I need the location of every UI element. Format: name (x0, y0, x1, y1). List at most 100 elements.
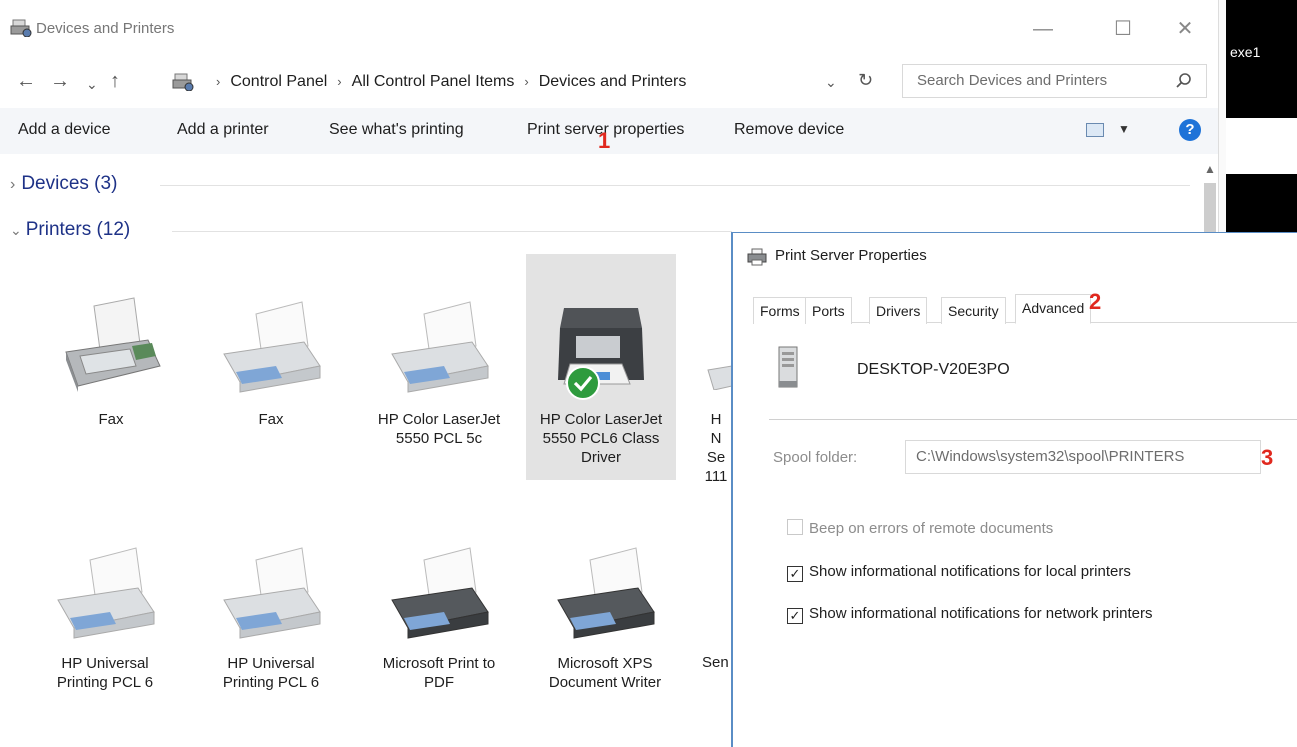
printer-item-hp-5550-pcl5c[interactable]: HP Color LaserJet 5550 PCL 5c (364, 254, 514, 480)
printer-item-microsoft-xps[interactable]: Microsoft XPS Document Writer (530, 500, 680, 726)
recent-locations-chevron-icon[interactable]: ⌄ (86, 76, 98, 93)
window-title: Devices and Printers (36, 20, 175, 37)
breadcrumb-separator-icon: › (337, 74, 342, 89)
tab-ports[interactable]: Ports (805, 297, 852, 324)
change-view-icon[interactable] (1086, 123, 1104, 137)
background-gap (1226, 118, 1297, 174)
printer-label: Fax (258, 411, 284, 428)
tab-advanced[interactable]: Advanced (1015, 294, 1092, 324)
add-printer-button[interactable]: Add a printer (177, 121, 269, 139)
dialog-separator (769, 419, 1297, 420)
multifunction-printer-icon (558, 308, 644, 385)
help-icon[interactable]: ? (1179, 119, 1201, 141)
refresh-icon[interactable]: ↻ (858, 70, 873, 91)
control-panel-location-icon (172, 73, 194, 91)
printer-small-icon (747, 248, 767, 266)
background-console-text: exe1 (1230, 44, 1261, 60)
back-arrow-icon[interactable]: ← (16, 70, 36, 93)
background-console-window-lower (1226, 174, 1297, 234)
expand-chevron-icon: › (10, 176, 16, 193)
server-name: DESKTOP-V20E3PO (857, 361, 1010, 378)
devices-printers-app-icon (10, 19, 32, 37)
printer-label: HP Universal Printing PCL 6 (56, 655, 154, 691)
devices-and-printers-window: Devices and Printers — ☐ ✕ exe1 ← → ⌄ ↑ … (0, 0, 1297, 747)
annotation-marker-1: 1 (598, 128, 611, 153)
group-devices-header[interactable]: › Devices (3) (10, 173, 117, 195)
printer-icon (557, 547, 655, 639)
up-arrow-icon[interactable]: ↑ (110, 70, 120, 93)
checkbox-label: Show informational notifications for net… (809, 605, 1153, 622)
printer-label: HP Universal Printing PCL 6 (222, 655, 320, 691)
network-notifications-checkbox[interactable]: ✓ Show informational notifications for ne… (787, 605, 1153, 624)
window-edge (1218, 0, 1226, 234)
close-button[interactable]: ✕ (1170, 14, 1200, 44)
add-device-button[interactable]: Add a device (18, 121, 111, 139)
tab-security[interactable]: Security (941, 297, 1006, 324)
printer-icon (391, 301, 489, 393)
printer-label: Microsoft XPS Document Writer (548, 655, 662, 691)
printer-icon (707, 365, 733, 391)
printer-item-hp-5550-pcl6-default[interactable]: HP Color LaserJet 5550 PCL6 Class Driver (526, 254, 676, 480)
checkbox-unchecked-icon (787, 519, 803, 535)
collapse-chevron-icon: ⌄ (10, 222, 22, 238)
group-printers-divider (172, 231, 732, 232)
scroll-up-arrow-icon[interactable]: ▲ (1204, 162, 1216, 176)
group-printers-header[interactable]: ⌄ Printers (12) (10, 219, 130, 241)
tab-drivers[interactable]: Drivers (869, 297, 928, 324)
checkbox-checked-icon: ✓ (787, 608, 803, 624)
breadcrumb-separator-icon: › (216, 74, 221, 89)
printer-item-fax-2[interactable]: Fax (196, 254, 346, 480)
spool-folder-value: C:\Windows\system32\spool\PRINTERS (916, 448, 1185, 465)
group-devices-divider (160, 185, 1190, 186)
default-printer-check-icon (566, 366, 600, 400)
navigation-bar: ← → ⌄ ↑ › Control Panel › All Control Panel… (0, 62, 1218, 102)
printer-icon (391, 547, 489, 639)
annotation-marker-2: 2 (1089, 289, 1102, 314)
printer-item-partial-icon (700, 360, 733, 391)
printer-icon (223, 547, 321, 639)
printer-label: HP Color LaserJet 5550 PCL6 Class Driver (539, 411, 663, 466)
printer-icon (223, 301, 321, 393)
maximize-button[interactable]: ☐ (1108, 14, 1138, 44)
dialog-title: Print Server Properties (775, 247, 927, 264)
checkbox-label: Show informational notifications for loc… (809, 563, 1131, 580)
dialog-tabs: Forms Ports Drivers Security Advanced (753, 294, 1297, 324)
title-bar: Devices and Printers — ☐ ✕ (0, 0, 1220, 62)
printer-item-partial-label[interactable]: H N Se 111 (700, 410, 732, 486)
spool-folder-label: Spool folder: (773, 449, 858, 466)
beep-on-errors-checkbox[interactable]: Beep on errors of remote documents (787, 519, 1053, 537)
fax-icon (65, 297, 161, 392)
see-whats-printing-button[interactable]: See what's printing (329, 121, 464, 139)
checkbox-label: Beep on errors of remote documents (809, 520, 1054, 537)
spool-folder-field[interactable]: C:\Windows\system32\spool\PRINTERS (905, 440, 1261, 474)
group-devices-label: Devices (3) (21, 173, 118, 194)
printer-item-hp-universal-2[interactable]: HP Universal Printing PCL 6 (196, 500, 346, 726)
checkbox-checked-icon: ✓ (787, 566, 803, 582)
breadcrumb: › Control Panel › All Control Panel Items › D… (206, 73, 686, 91)
address-dropdown-chevron-icon[interactable]: ⌄ (825, 74, 837, 91)
breadcrumb-devices-printers[interactable]: Devices and Printers (539, 73, 687, 90)
search-icon (1176, 73, 1191, 88)
printer-icon (57, 547, 155, 639)
tab-forms[interactable]: Forms (753, 297, 807, 324)
local-notifications-checkbox[interactable]: ✓ Show informational notifications for lo… (787, 563, 1131, 582)
printer-label: Fax (98, 411, 124, 428)
forward-arrow-icon[interactable]: → (50, 70, 70, 93)
printer-item-fax-1[interactable]: Fax (36, 254, 186, 480)
breadcrumb-separator-icon: › (524, 74, 529, 89)
view-options-chevron-icon[interactable]: ▼ (1118, 122, 1130, 136)
annotation-marker-3: 3 (1261, 445, 1274, 470)
printer-label: HP Color LaserJet 5550 PCL 5c (377, 411, 501, 447)
search-placeholder: Search Devices and Printers (917, 72, 1108, 89)
minimize-button[interactable]: — (1028, 14, 1058, 44)
group-printers-label: Printers (12) (25, 219, 131, 240)
search-input[interactable]: Search Devices and Printers (902, 64, 1207, 98)
breadcrumb-all-items[interactable]: All Control Panel Items (352, 73, 515, 90)
remove-device-button[interactable]: Remove device (734, 121, 844, 139)
server-computer-icon (778, 346, 798, 388)
print-server-properties-dialog: Print Server Properties Forms Ports Driv… (731, 232, 1297, 747)
printer-item-hp-universal-1[interactable]: HP Universal Printing PCL 6 (30, 500, 180, 726)
breadcrumb-control-panel[interactable]: Control Panel (230, 73, 327, 90)
printer-item-microsoft-print-to-pdf[interactable]: Microsoft Print to PDF (364, 500, 514, 726)
printer-item-partial-label-2[interactable]: Sen (702, 654, 729, 671)
